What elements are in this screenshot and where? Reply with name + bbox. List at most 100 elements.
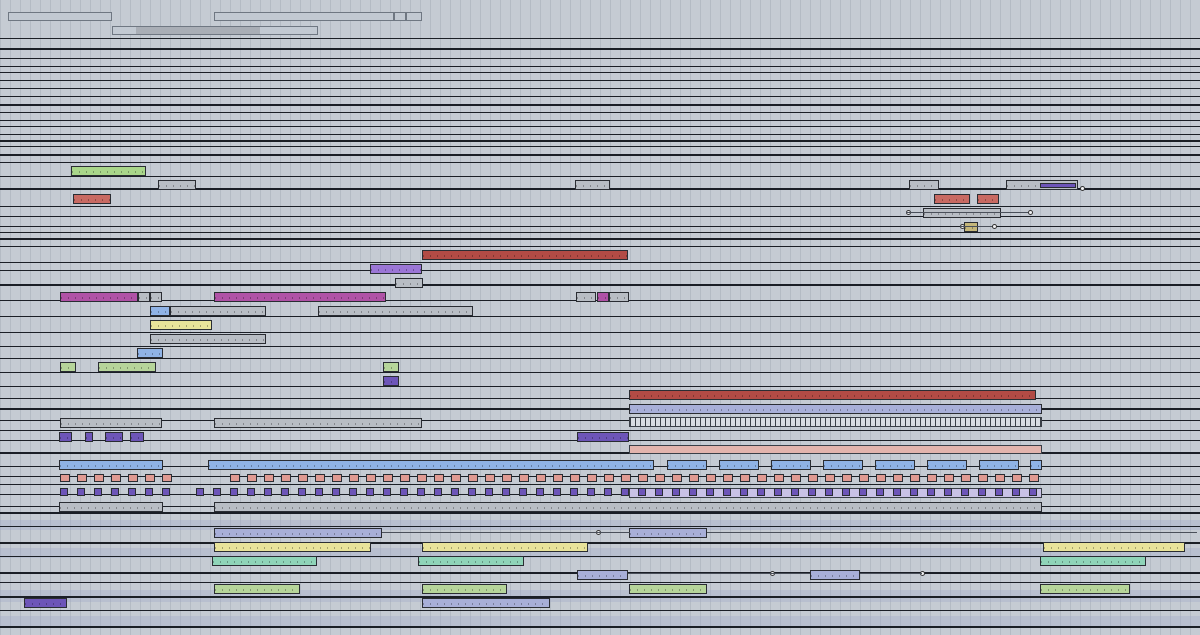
drum-hit-clip[interactable] — [893, 488, 901, 496]
clip[interactable] — [105, 432, 123, 442]
drum-hit-clip[interactable] — [638, 488, 646, 496]
drum-hit-clip[interactable] — [77, 488, 85, 496]
drum-hit-clip[interactable] — [128, 474, 138, 482]
drum-hit-clip[interactable] — [604, 474, 614, 482]
timeline-header-bar[interactable] — [214, 12, 394, 21]
drum-hit-clip[interactable] — [740, 474, 750, 482]
drum-hit-clip[interactable] — [791, 474, 801, 482]
drum-hit-clip[interactable] — [315, 474, 325, 482]
drum-hit-clip[interactable] — [383, 474, 393, 482]
drum-hit-clip[interactable] — [519, 474, 529, 482]
clip[interactable] — [150, 320, 212, 330]
drum-hit-clip[interactable] — [553, 474, 563, 482]
drum-hit-clip[interactable] — [587, 474, 597, 482]
clip[interactable] — [150, 334, 266, 344]
clip[interactable] — [395, 278, 423, 288]
drum-hit-clip[interactable] — [281, 474, 291, 482]
drum-hit-clip[interactable] — [281, 488, 289, 496]
clip[interactable] — [214, 528, 382, 538]
clip[interactable] — [577, 432, 629, 442]
drum-hit-clip[interactable] — [910, 488, 918, 496]
drum-hit-clip[interactable] — [706, 488, 714, 496]
drum-hit-clip[interactable] — [536, 474, 546, 482]
timeline-header-bar[interactable] — [8, 12, 112, 21]
drum-hit-clip[interactable] — [77, 474, 87, 482]
drum-hit-clip[interactable] — [485, 488, 493, 496]
drum-hit-clip[interactable] — [60, 474, 70, 482]
drum-hit-clip[interactable] — [587, 488, 595, 496]
clip[interactable] — [383, 376, 399, 386]
drum-hit-clip[interactable] — [723, 474, 733, 482]
drum-hit-clip[interactable] — [672, 488, 680, 496]
drum-hit-clip[interactable] — [1012, 474, 1022, 482]
drum-hit-clip[interactable] — [1029, 474, 1039, 482]
drum-hit-clip[interactable] — [876, 474, 886, 482]
drum-hit-clip[interactable] — [893, 474, 903, 482]
drum-hit-clip[interactable] — [366, 474, 376, 482]
drum-hit-clip[interactable] — [349, 474, 359, 482]
clip[interactable] — [59, 502, 163, 512]
drum-hit-clip[interactable] — [485, 474, 495, 482]
clip[interactable] — [208, 460, 654, 470]
clip[interactable] — [59, 460, 163, 470]
drum-hit-clip[interactable] — [706, 474, 716, 482]
clip[interactable] — [629, 390, 1036, 400]
drum-hit-clip[interactable] — [723, 488, 731, 496]
drum-hit-clip[interactable] — [451, 488, 459, 496]
drum-hit-clip[interactable] — [519, 488, 527, 496]
clip[interactable] — [214, 542, 371, 552]
drum-hit-clip[interactable] — [230, 474, 240, 482]
clip[interactable] — [810, 570, 860, 580]
clip[interactable] — [667, 460, 707, 470]
clip[interactable] — [370, 264, 422, 274]
clip[interactable] — [577, 570, 628, 580]
clip[interactable] — [59, 432, 72, 442]
drum-hit-clip[interactable] — [349, 488, 357, 496]
drum-hit-clip[interactable] — [961, 474, 971, 482]
drum-hit-clip[interactable] — [927, 474, 937, 482]
clip[interactable] — [98, 362, 156, 372]
clip[interactable] — [150, 306, 170, 316]
timeline-header-bar[interactable] — [394, 12, 406, 21]
drum-hit-clip[interactable] — [570, 474, 580, 482]
drum-hit-clip[interactable] — [842, 488, 850, 496]
drum-hit-clip[interactable] — [162, 474, 172, 482]
drum-hit-clip[interactable] — [247, 474, 257, 482]
clip[interactable] — [137, 348, 163, 358]
drum-hit-clip[interactable] — [604, 488, 612, 496]
clip[interactable] — [576, 292, 596, 302]
drum-hit-clip[interactable] — [196, 488, 204, 496]
drum-hit-clip[interactable] — [145, 474, 155, 482]
clip[interactable] — [1040, 183, 1076, 188]
drum-hit-clip[interactable] — [944, 488, 952, 496]
clip[interactable] — [214, 584, 300, 594]
drum-hit-clip[interactable] — [995, 488, 1003, 496]
drum-hit-clip[interactable] — [774, 488, 782, 496]
drum-hit-clip[interactable] — [417, 488, 425, 496]
drum-hit-clip[interactable] — [298, 474, 308, 482]
drum-hit-clip[interactable] — [689, 488, 697, 496]
drum-hit-clip[interactable] — [570, 488, 578, 496]
clip[interactable] — [629, 404, 1042, 414]
clip[interactable] — [214, 418, 422, 428]
drum-hit-clip[interactable] — [502, 488, 510, 496]
drum-hit-clip[interactable] — [332, 488, 340, 496]
clip[interactable] — [422, 542, 588, 552]
clip[interactable] — [964, 222, 978, 232]
drum-hit-clip[interactable] — [944, 474, 954, 482]
drum-hit-clip[interactable] — [774, 474, 784, 482]
drum-hit-clip[interactable] — [672, 474, 682, 482]
clip[interactable] — [575, 180, 610, 190]
drum-hit-clip[interactable] — [434, 488, 442, 496]
drum-hit-clip[interactable] — [978, 488, 986, 496]
clip[interactable] — [214, 502, 1042, 512]
clip[interactable] — [318, 306, 473, 316]
drum-hit-clip[interactable] — [383, 488, 391, 496]
clip[interactable] — [24, 598, 67, 608]
clip[interactable] — [927, 460, 967, 470]
drum-hit-clip[interactable] — [859, 474, 869, 482]
drum-hit-clip[interactable] — [213, 488, 221, 496]
automation-point[interactable] — [1028, 210, 1033, 215]
drum-hit-clip[interactable] — [264, 488, 272, 496]
clip[interactable] — [60, 418, 162, 428]
